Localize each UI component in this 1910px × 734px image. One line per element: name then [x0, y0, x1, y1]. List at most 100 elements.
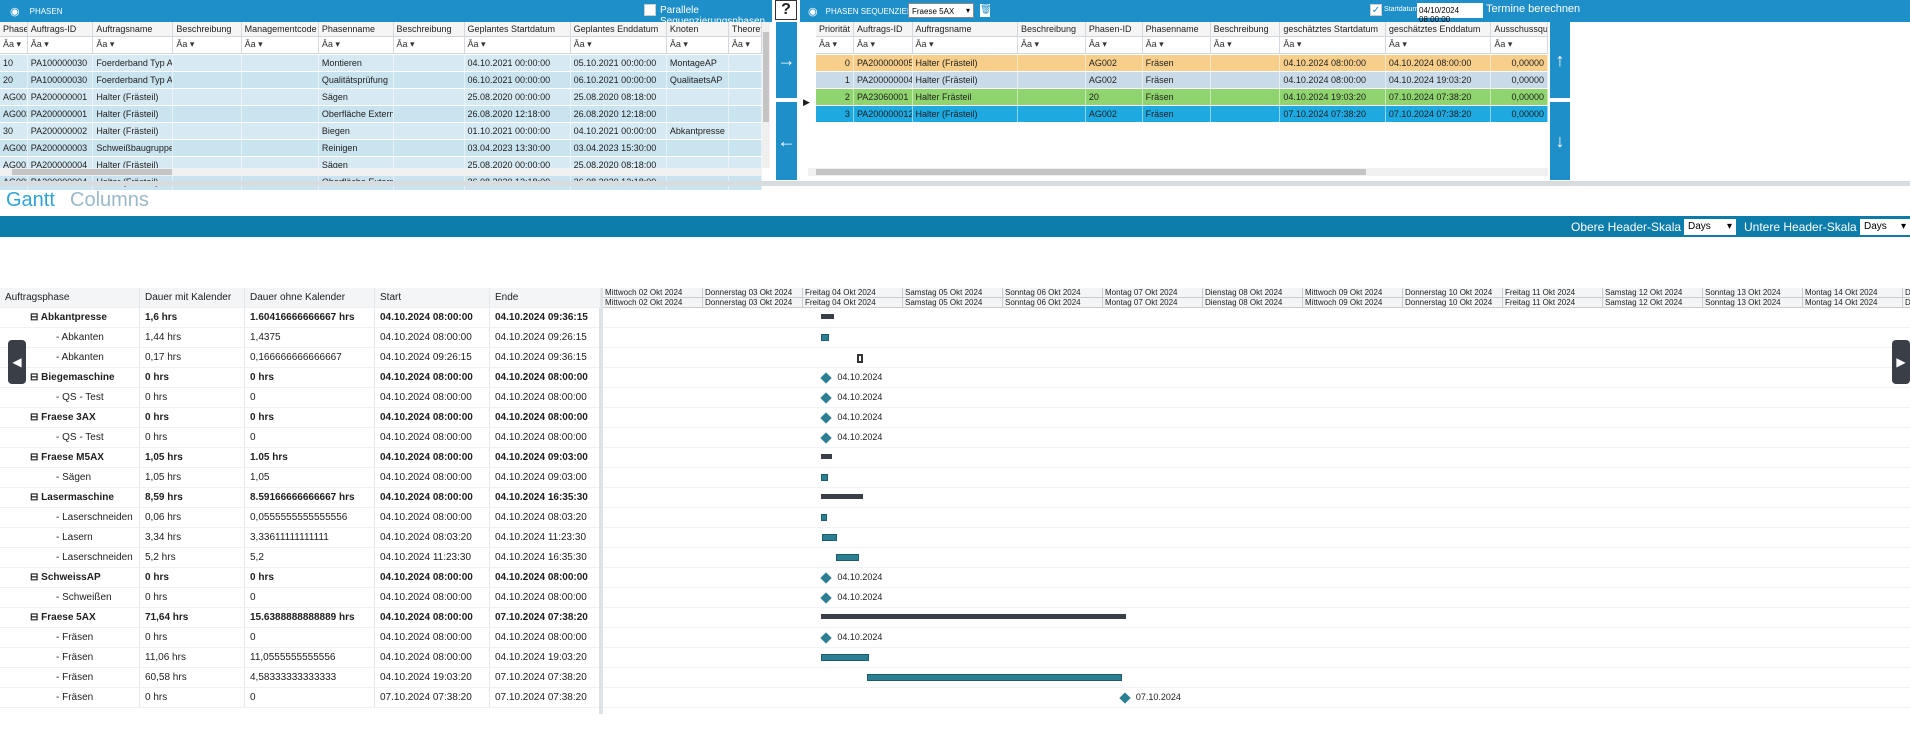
gantt-short-bar[interactable] — [857, 354, 864, 363]
column-header[interactable]: Theoret — [729, 22, 762, 36]
gantt-task-bar[interactable] — [867, 674, 1122, 681]
column-filter[interactable]: Āa ▾ — [0, 37, 28, 53]
column-header[interactable]: Start — [375, 288, 490, 307]
move-up-arrow-icon[interactable]: ↑ — [1550, 22, 1570, 98]
resource-row[interactable]: ⊟ Fraese M5AX 1,05 hrs 1.05 hrs 04.10.2024 … — [0, 448, 601, 468]
column-filter[interactable]: Āa ▾ — [319, 37, 394, 53]
column-header[interactable]: Phasen-ID — [1086, 22, 1143, 36]
column-filter[interactable]: Āa ▾ — [729, 37, 762, 53]
sequenced-row[interactable]: 2 PA23060001 Halter Frästeil 20 Fräsen 04.10.… — [816, 89, 1549, 106]
column-filter[interactable]: Āa ▾ — [1211, 37, 1281, 53]
column-filter[interactable]: Āa ▾ — [1143, 37, 1211, 53]
gantt-task-bar[interactable] — [835, 554, 860, 561]
column-header[interactable]: Phasen-ID — [0, 22, 28, 36]
phase-row[interactable]: AG002PA200000003Schweißbaugruppe Reinigen… — [0, 140, 762, 157]
column-filter[interactable]: Āa ▾ — [571, 37, 667, 53]
task-row[interactable]: - Abkanten 0,17 hrs 0,166666666666667 04.10… — [0, 348, 601, 368]
column-filter[interactable]: Āa ▾ — [1280, 37, 1386, 53]
resource-row[interactable]: ⊟ Lasermaschine 8,59 hrs 8.59166666666667 … — [0, 488, 601, 508]
help-button[interactable]: ? — [775, 0, 797, 20]
tab-gantt[interactable]: Gantt — [6, 189, 55, 212]
sequenced-hscroll[interactable] — [808, 168, 1548, 176]
column-filter[interactable]: Āa ▾ — [465, 37, 571, 53]
resource-row[interactable]: ⊟ Abkantpresse 1,6 hrs 1.60416666666667 hr… — [0, 308, 601, 328]
sequenced-row[interactable]: 3 PA200000012 Halter (Frästeil) AG002 Fräsen… — [816, 106, 1549, 123]
gantt-summary-bar[interactable] — [821, 454, 832, 459]
phasen-vscroll[interactable] — [762, 22, 770, 168]
column-header[interactable]: Geplantes Enddatum — [571, 22, 667, 36]
lower-scale-select[interactable]: Days ▾ — [1860, 219, 1910, 235]
column-filter[interactable]: Āa ▾ — [173, 37, 242, 53]
column-filter[interactable]: Āa ▾ — [93, 37, 174, 53]
task-row[interactable]: - QS - Test 0 hrs 0 04.10.2024 08:00:00 04.1… — [0, 428, 601, 448]
parallel-checkbox[interactable] — [644, 4, 656, 16]
column-filter[interactable]: Āa ▾ — [816, 37, 854, 53]
phasen-hscroll[interactable] — [0, 168, 762, 176]
column-filter[interactable]: Āa ▾ — [1386, 37, 1492, 53]
column-header[interactable]: Phasenname — [1143, 22, 1211, 36]
column-header[interactable]: Phasenname — [319, 22, 394, 36]
machine-select[interactable]: Fraese 5AX ▾ — [908, 3, 974, 18]
phase-row[interactable]: AG001PA200000001Halter (Frästeil) Sägen 25… — [0, 89, 762, 106]
move-right-arrow-icon[interactable]: → — [776, 22, 797, 98]
termine-berechnen-button[interactable]: Termine berechnen — [1486, 3, 1580, 15]
resource-row[interactable]: ⊟ Biegemaschine 0 hrs 0 hrs 04.10.2024 08:0… — [0, 368, 601, 388]
column-filter[interactable]: Āa ▾ — [394, 37, 465, 53]
eye-icon[interactable]: ◉ — [10, 5, 20, 18]
task-row[interactable]: - Schweißen 0 hrs 0 04.10.2024 08:00:00 04.1… — [0, 588, 601, 608]
column-header[interactable]: Auftragsname — [913, 22, 1018, 36]
column-filter[interactable]: Āa ▾ — [1018, 37, 1086, 53]
column-header[interactable]: Auftragsphase — [0, 288, 140, 307]
task-row[interactable]: - Abkanten 1,44 hrs 1,4375 04.10.2024 08:00… — [0, 328, 601, 348]
column-header[interactable]: Ende — [490, 288, 601, 307]
resource-row[interactable]: ⊟ Fraese 5AX 71,64 hrs 15.6388888888889 hr… — [0, 608, 601, 628]
task-row[interactable]: - Laserschneiden 0,06 hrs 0,05555555555555… — [0, 508, 601, 528]
gantt-task-bar[interactable] — [821, 514, 828, 521]
column-filter[interactable]: Āa ▾ — [667, 37, 729, 53]
tab-columns[interactable]: Columns — [70, 189, 149, 212]
task-row[interactable]: - Fräsen 60,58 hrs 4,58333333333333 04.10.2… — [0, 668, 601, 688]
column-header[interactable]: Beschreibung — [394, 22, 465, 36]
column-filter[interactable]: Āa ▾ — [854, 37, 913, 53]
sequenced-row[interactable]: 0 PA200000005 Halter (Frästeil) AG002 Fräsen… — [816, 55, 1549, 72]
column-filter[interactable]: Āa ▾ — [28, 37, 94, 53]
column-filter[interactable]: Āa ▾ — [242, 37, 319, 53]
column-header[interactable]: Auftrags-ID — [28, 22, 94, 36]
column-header[interactable]: Beschreibung — [173, 22, 242, 36]
column-header[interactable]: Knoten — [667, 22, 729, 36]
move-left-arrow-icon[interactable]: ← — [776, 102, 797, 180]
column-header[interactable]: Beschreibung — [1018, 22, 1086, 36]
gantt-summary-bar[interactable] — [821, 314, 834, 319]
gantt-summary-bar[interactable] — [821, 614, 1126, 619]
task-row[interactable]: - Fräsen 0 hrs 0 07.10.2024 07:38:20 07.10.2… — [0, 688, 601, 708]
task-row[interactable]: - Sägen 1,05 hrs 1,05 04.10.2024 08:00:00 04… — [0, 468, 601, 488]
task-row[interactable]: - Laserschneiden 5,2 hrs 5,2 04.10.2024 11:… — [0, 548, 601, 568]
column-header[interactable]: Managementcode — [242, 22, 319, 36]
task-row[interactable]: - QS - Test 0 hrs 0 04.10.2024 08:00:00 04.1… — [0, 388, 601, 408]
gantt-task-bar[interactable] — [821, 474, 828, 481]
resource-row[interactable]: ⊟ Fraese 3AX 0 hrs 0 hrs 04.10.2024 08:00:0… — [0, 408, 601, 428]
column-header[interactable]: Beschreibung — [1211, 22, 1281, 36]
startdatum-input[interactable]: 04/10/2024 08:00:00 — [1417, 3, 1483, 24]
horizontal-splitter[interactable] — [0, 181, 1910, 186]
gantt-summary-bar[interactable] — [821, 494, 864, 499]
column-header[interactable]: Auftrags-ID — [854, 22, 913, 36]
sequenced-row[interactable]: 1 PA200000004 Halter (Frästeil) AG002 Fräsen… — [816, 72, 1549, 89]
task-row[interactable]: - Lasern 3,34 hrs 3,33611111111111 04.10.20… — [0, 528, 601, 548]
gantt-task-bar[interactable] — [821, 654, 870, 661]
column-header[interactable]: Ausschussquote — [1491, 22, 1549, 36]
column-header[interactable]: Auftragsname — [93, 22, 174, 36]
column-filter[interactable]: Āa ▾ — [1086, 37, 1143, 53]
column-header[interactable]: Dauer ohne Kalender — [245, 288, 375, 307]
phase-row[interactable]: 30 PA200000002 Halter (Frästeil) Biegen 01.1… — [0, 123, 762, 140]
column-filter[interactable]: Āa ▾ — [1491, 37, 1549, 53]
column-header[interactable]: Priorität — [816, 22, 854, 36]
move-down-arrow-icon[interactable]: ↓ — [1550, 102, 1570, 180]
upper-scale-select[interactable]: Days ▾ — [1684, 219, 1736, 235]
eye-icon[interactable]: ◉ — [808, 5, 818, 18]
column-header[interactable]: geschätztes Enddatum — [1386, 22, 1492, 36]
column-header[interactable]: Geplantes Startdatum — [465, 22, 571, 36]
column-filter[interactable]: Āa ▾ — [913, 37, 1018, 53]
gantt-task-bar[interactable] — [821, 334, 830, 341]
phase-row[interactable]: 10 PA100000030 Foerderband Typ A Montieren 0… — [0, 55, 762, 72]
